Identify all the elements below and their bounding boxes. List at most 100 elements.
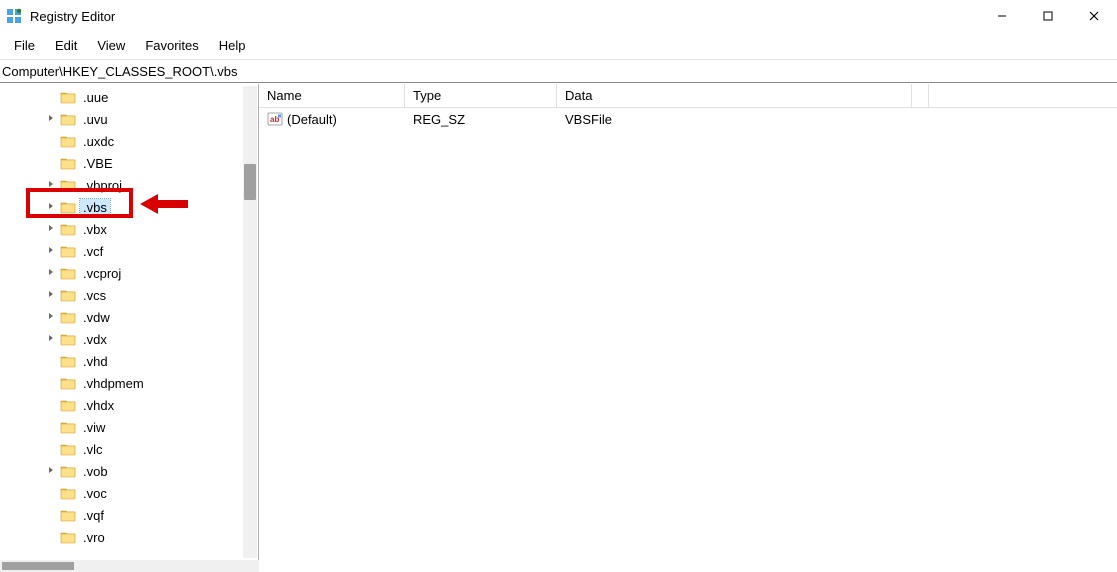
menu-view[interactable]: View xyxy=(87,34,135,57)
close-button[interactable] xyxy=(1071,0,1117,32)
menu-help[interactable]: Help xyxy=(209,34,256,57)
tree-item-label: .vro xyxy=(80,529,108,546)
tree-item-label: .vcproj xyxy=(80,265,124,282)
tree-item-label: .uvu xyxy=(80,111,111,128)
tree-item-label: .vhd xyxy=(80,353,111,370)
value-data-cell: VBSFile xyxy=(557,110,1117,129)
chevron-right-icon[interactable] xyxy=(44,466,58,476)
column-headers: Name Type Data xyxy=(259,84,1117,108)
tree-item[interactable]: .vdx xyxy=(0,328,258,350)
column-header-name[interactable]: Name xyxy=(259,84,405,107)
tree-item-label: .VBE xyxy=(80,155,116,172)
tree-item[interactable]: .voc xyxy=(0,482,258,504)
folder-icon xyxy=(60,508,76,522)
tree-hscroll-thumb[interactable] xyxy=(2,562,74,570)
tree-item[interactable]: .uue xyxy=(0,86,258,108)
tree-item[interactable]: .vdw xyxy=(0,306,258,328)
title-bar: Registry Editor xyxy=(0,0,1117,32)
menu-bar: File Edit View Favorites Help xyxy=(0,32,1117,59)
menu-edit[interactable]: Edit xyxy=(45,34,87,57)
tree-item[interactable]: .vbproj xyxy=(0,174,258,196)
tree-item[interactable]: .uxdc xyxy=(0,130,258,152)
tree-item[interactable]: .vcs xyxy=(0,284,258,306)
bottom-scroll-area xyxy=(0,560,1117,572)
tree-item-label: .vlc xyxy=(80,441,106,458)
folder-icon xyxy=(60,156,76,170)
column-header-data[interactable]: Data xyxy=(557,84,912,107)
folder-icon xyxy=(60,464,76,478)
folder-icon xyxy=(60,288,76,302)
tree-list: .uue .uvu .uxdc .VBE .vbproj .vbs .vbx .vcf .vcp… xyxy=(0,84,258,548)
value-name-cell: (Default) xyxy=(259,109,405,129)
minimize-button[interactable] xyxy=(979,0,1025,32)
folder-icon xyxy=(60,244,76,258)
tree-item-label: .uxdc xyxy=(80,133,117,150)
tree-item[interactable]: .vbx xyxy=(0,218,258,240)
tree-scroll-thumb[interactable] xyxy=(244,164,256,200)
folder-icon xyxy=(60,398,76,412)
tree-item[interactable]: .vro xyxy=(0,526,258,548)
tree-item-label: .viw xyxy=(80,419,108,436)
tree-pane: .uue .uvu .uxdc .VBE .vbproj .vbs .vbx .vcf .vcp… xyxy=(0,84,259,560)
folder-icon xyxy=(60,112,76,126)
chevron-right-icon[interactable] xyxy=(44,312,58,322)
folder-icon xyxy=(60,310,76,324)
window-title: Registry Editor xyxy=(30,9,115,24)
value-type-cell: REG_SZ xyxy=(405,110,557,129)
tree-item-label: .vcf xyxy=(80,243,106,260)
chevron-right-icon[interactable] xyxy=(44,224,58,234)
tree-item[interactable]: .vhdx xyxy=(0,394,258,416)
menu-favorites[interactable]: Favorites xyxy=(135,34,208,57)
tree-item[interactable]: .vcf xyxy=(0,240,258,262)
chevron-right-icon[interactable] xyxy=(44,246,58,256)
column-header-type[interactable]: Type xyxy=(405,84,557,107)
folder-icon xyxy=(60,222,76,236)
chevron-right-icon[interactable] xyxy=(44,180,58,190)
tree-item[interactable]: .VBE xyxy=(0,152,258,174)
tree-item-label: .vhdx xyxy=(80,397,117,414)
menu-file[interactable]: File xyxy=(4,34,45,57)
folder-icon xyxy=(60,134,76,148)
address-bar[interactable]: Computer\HKEY_CLASSES_ROOT\.vbs xyxy=(0,59,1117,83)
chevron-right-icon[interactable] xyxy=(44,290,58,300)
main-area: .uue .uvu .uxdc .VBE .vbproj .vbs .vbx .vcf .vcp… xyxy=(0,83,1117,560)
tree-item[interactable]: .vhd xyxy=(0,350,258,372)
chevron-right-icon[interactable] xyxy=(44,114,58,124)
value-row[interactable]: (Default)REG_SZVBSFile xyxy=(259,108,1117,130)
tree-item[interactable]: .vcproj xyxy=(0,262,258,284)
tree-item-label: .vhdpmem xyxy=(80,375,147,392)
folder-icon xyxy=(60,200,76,214)
tree-item-label: .vcs xyxy=(80,287,109,304)
tree-item[interactable]: .vlc xyxy=(0,438,258,460)
folder-icon xyxy=(60,442,76,456)
tree-item-label: .vqf xyxy=(80,507,107,524)
maximize-button[interactable] xyxy=(1025,0,1071,32)
folder-icon xyxy=(60,486,76,500)
tree-item[interactable]: .vbs xyxy=(0,196,258,218)
tree-item-label: .vbs xyxy=(80,199,110,216)
tree-item[interactable]: .vqf xyxy=(0,504,258,526)
folder-icon xyxy=(60,420,76,434)
app-icon xyxy=(6,8,22,24)
folder-icon xyxy=(60,332,76,346)
tree-vertical-scrollbar[interactable] xyxy=(243,86,257,558)
values-pane: Name Type Data (Default)REG_SZVBSFile xyxy=(259,84,1117,560)
chevron-right-icon[interactable] xyxy=(44,334,58,344)
chevron-right-icon[interactable] xyxy=(44,268,58,278)
column-header-spacer xyxy=(912,84,929,107)
tree-item[interactable]: .vhdpmem xyxy=(0,372,258,394)
tree-item[interactable]: .vob xyxy=(0,460,258,482)
tree-item[interactable]: .uvu xyxy=(0,108,258,130)
value-rows: (Default)REG_SZVBSFile xyxy=(259,108,1117,130)
tree-horizontal-scrollbar[interactable] xyxy=(0,560,259,572)
folder-icon xyxy=(60,530,76,544)
reg-string-icon xyxy=(267,111,283,127)
tree-item[interactable]: .viw xyxy=(0,416,258,438)
tree-item-label: .vdx xyxy=(80,331,110,348)
tree-item-label: .vob xyxy=(80,463,111,480)
folder-icon xyxy=(60,266,76,280)
chevron-right-icon[interactable] xyxy=(44,202,58,212)
folder-icon xyxy=(60,376,76,390)
tree-item-label: .vbx xyxy=(80,221,110,238)
tree-item-label: .uue xyxy=(80,89,111,106)
